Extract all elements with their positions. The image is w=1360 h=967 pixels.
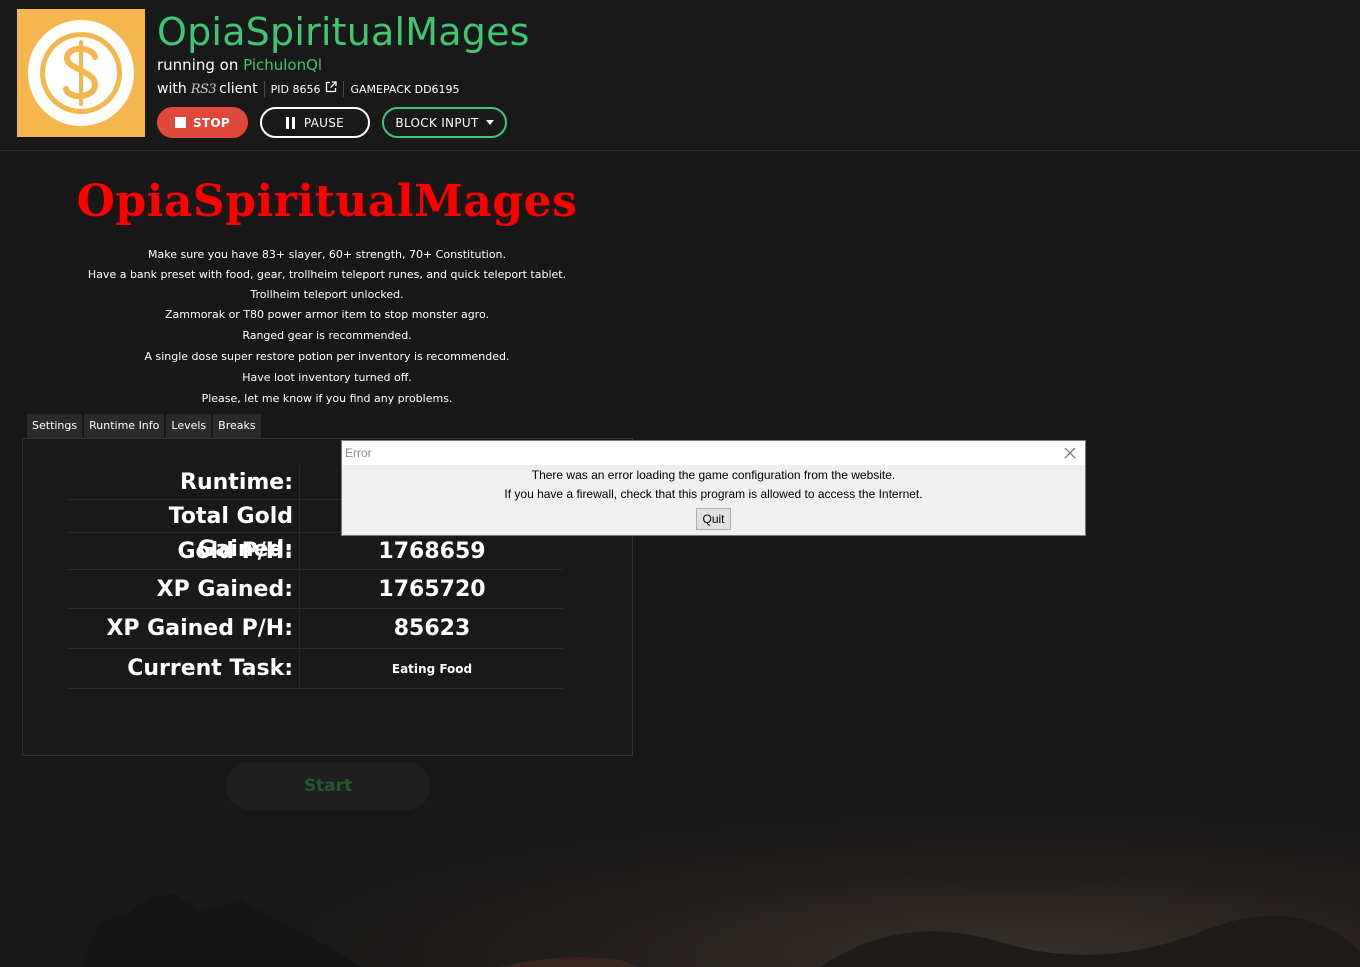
table-row: Current Task: Eating Food [68,649,563,689]
instruction-line: A single dose super restore potion per i… [144,350,510,363]
stat-label: XP Gained P/H: [68,609,300,648]
stop-button[interactable]: STOP [157,107,248,138]
divider [263,81,265,97]
external-link-icon[interactable] [325,81,338,97]
instruction-line: Make sure you have 83+ slayer, 60+ stren… [147,248,507,261]
stat-label: Current Task: [68,649,300,688]
start-button[interactable]: Start [226,762,430,810]
dialog-title: Error [345,446,372,460]
tab-levels[interactable]: Levels [166,414,212,438]
dialog-message: There was an error loading the game conf… [531,468,896,482]
stat-value: 1768659 [378,539,486,564]
dollar-coin-icon [28,20,134,126]
instruction-line: Zammorak or T80 power armor item to stop… [165,308,489,321]
stop-icon [174,117,186,128]
running-on-line: running on PichulonQl [157,55,322,75]
quit-button[interactable]: Quit [696,508,731,530]
instruction-line: Have loot inventory turned off. [242,371,412,384]
stat-label: XP Gained: [68,570,300,608]
tab-settings[interactable]: Settings [27,414,83,438]
tab-runtime-info[interactable]: Runtime Info [84,414,165,438]
script-page-title: OpiaSpiritualMages [76,176,578,227]
stat-label: Gold P/H: [68,533,300,569]
account-name: PichulonQl [243,56,323,74]
pause-icon [285,116,298,129]
stat-value: 85623 [393,616,471,641]
script-logo [17,9,145,137]
dialog-message: If you have a firewall, check that this … [504,487,923,501]
script-title: OpiaSpiritualMages [157,10,530,54]
instruction-line: Ranged gear is recommended. [242,329,412,342]
script-header: OpiaSpiritualMages running on PichulonQl… [0,0,1360,151]
running-prefix: running on [157,56,239,74]
table-row: XP Gained P/H: 85623 [68,609,563,649]
caret-down-icon [485,120,494,125]
stop-label: STOP [192,115,231,130]
instruction-line: Please, let me know if you find any prob… [201,392,453,405]
dialog-titlebar: Error [342,441,1085,465]
with-prefix: with [157,81,187,97]
stat-value: 1765720 [378,577,486,602]
instruction-line: Have a bank preset with food, gear, trol… [87,268,567,281]
table-row: Gold P/H: 1768659 [68,533,563,570]
pause-label: PAUSE [303,115,345,130]
table-row: XP Gained: 1765720 [68,570,563,609]
close-icon[interactable] [1063,446,1077,460]
divider [343,81,345,97]
client-info-line: with RS3 client PID 8656 GAMEPACK DD6195 [157,80,460,98]
error-dialog: Error There was an error loading the gam… [341,440,1086,536]
app-window: OpiaSpiritualMages running on PichulonQl… [0,0,1360,967]
pause-button[interactable]: PAUSE [260,107,370,138]
client-suffix: client [219,81,258,97]
stat-label: Total Gold Gained: [68,500,300,562]
settings-tabs: Settings Runtime Info Levels Breaks [27,414,263,438]
instruction-line: Trollheim teleport unlocked. [250,288,404,301]
stat-label: Runtime: [68,465,300,499]
gamepack-label: GAMEPACK DD6195 [350,82,460,96]
stat-value: Eating Food [391,662,473,676]
pid-label: PID 8656 [270,82,321,96]
tab-breaks[interactable]: Breaks [213,414,261,438]
rs3-client-logo: RS3 [190,81,217,97]
block-input-label: BLOCK INPUT [395,115,479,130]
block-input-button[interactable]: BLOCK INPUT [382,107,507,138]
